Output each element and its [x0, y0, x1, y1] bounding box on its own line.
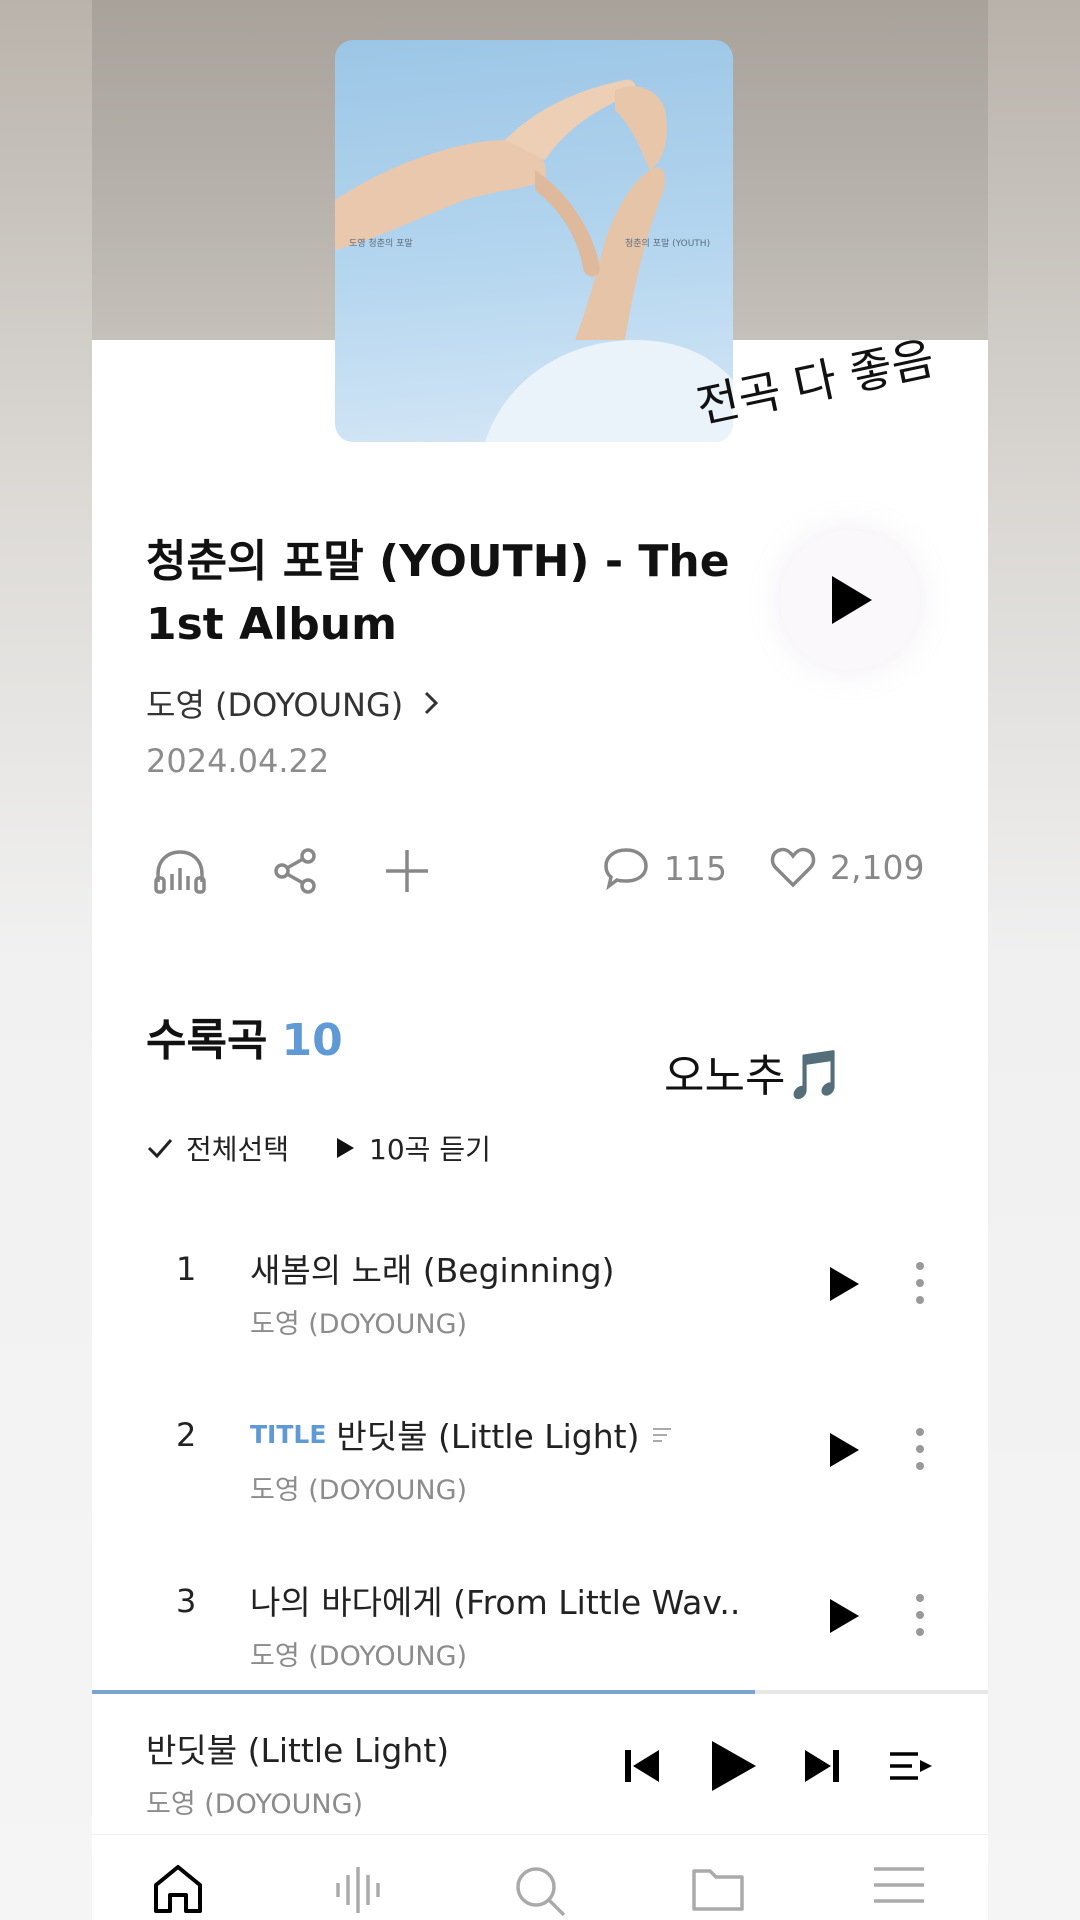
track-selection-bar: 전체선택 10곡 듣기 [146, 1128, 535, 1168]
release-date: 2024.04.22 [146, 742, 330, 780]
play-icon[interactable] [706, 1738, 760, 1794]
mini-player[interactable]: 반딧불 (Little Light) 도영 (DOYOUNG) [92, 1694, 988, 1834]
title-track-badge: TITLE [250, 1419, 327, 1449]
play-icon [832, 576, 872, 624]
track-number: 3 [176, 1582, 197, 1620]
track-title-text: 새봄의 노래 (Beginning) [250, 1251, 615, 1290]
track-artist: 도영 (DOYOUNG) [250, 1641, 468, 1672]
more-options-icon[interactable] [912, 1592, 928, 1638]
headphones-icon[interactable] [152, 846, 208, 896]
app-screen: 도영 청춘의 포말 청춘의 포말 (YOUTH) 전곡 다 좋음 청춘의 포말 … [92, 0, 988, 1920]
artist-name: 도영 (DOYOUNG) [146, 686, 404, 724]
track-artist: 도영 (DOYOUNG) [250, 1309, 468, 1340]
lyrics-icon [652, 1428, 671, 1442]
track-row[interactable]: 1 새봄의 노래 (Beginning) 도영 (DOYOUNG) [92, 1240, 988, 1370]
playlist-icon[interactable] [888, 1748, 934, 1784]
like-count: 2,109 [830, 847, 925, 887]
cover-text-right: 청춘의 포말 (YOUTH) [625, 239, 711, 249]
tracklist-heading-label: 수록곡 [146, 1015, 268, 1066]
comments-button[interactable]: 115 [602, 846, 727, 890]
search-icon[interactable] [512, 1863, 568, 1919]
bottom-navigation [92, 1834, 988, 1920]
track-number: 2 [176, 1416, 197, 1454]
blurred-background-right [988, 0, 1080, 1920]
play-all-label: 10곡 듣기 [369, 1133, 491, 1166]
tracklist-count: 10 [281, 1015, 343, 1066]
select-all-button[interactable]: 전체선택 [146, 1128, 289, 1168]
folder-icon[interactable] [690, 1863, 746, 1915]
artist-link[interactable]: 도영 (DOYOUNG) [146, 680, 441, 726]
add-icon[interactable] [382, 846, 432, 896]
ono-text: 오노추 [664, 1051, 786, 1102]
track-title: 나의 바다에게 (From Little Wav.. [250, 1576, 740, 1624]
album-actions: 115 2,109 [142, 846, 942, 896]
like-button[interactable]: 2,109 [770, 846, 924, 888]
track-title-text: 반딧불 (Little Light) [336, 1417, 640, 1456]
chevron-right-icon [425, 691, 439, 715]
track-artist: 도영 (DOYOUNG) [250, 1475, 468, 1506]
select-all-label: 전체선택 [186, 1133, 290, 1166]
comment-count: 115 [664, 848, 727, 888]
track-play-icon[interactable] [826, 1264, 862, 1304]
track-row[interactable]: 2 TITLE 반딧불 (Little Light) 도영 (DOYOUNG) [92, 1406, 988, 1536]
cover-text-left: 도영 청춘의 포말 [349, 239, 413, 249]
now-playing-artist: 도영 (DOYOUNG) [146, 1789, 364, 1820]
heart-icon [770, 847, 816, 888]
equalizer-icon[interactable] [332, 1863, 388, 1915]
comment-icon [604, 848, 648, 890]
play-icon [337, 1138, 355, 1158]
album-play-button[interactable] [780, 530, 920, 670]
album-title: 청춘의 포말 (YOUTH) - The 1st Album [146, 536, 730, 650]
track-play-icon[interactable] [826, 1596, 862, 1636]
tracklist-heading: 수록곡 10 [146, 1004, 343, 1068]
previous-icon[interactable] [622, 1746, 662, 1786]
more-options-icon[interactable] [912, 1260, 928, 1306]
menu-icon[interactable] [872, 1863, 926, 1907]
music-note-emoji: 🎵 [785, 1047, 846, 1103]
blurred-background-left [0, 0, 92, 1920]
track-title: 새봄의 노래 (Beginning) [250, 1244, 614, 1292]
track-title: TITLE 반딧불 (Little Light) [250, 1410, 674, 1458]
now-playing-title: 반딧불 (Little Light) [146, 1731, 450, 1770]
next-icon[interactable] [802, 1746, 842, 1786]
share-icon[interactable] [270, 846, 320, 896]
track-title-text: 나의 바다에게 (From Little Wav.. [250, 1583, 741, 1622]
play-all-button[interactable]: 10곡 듣기 [333, 1128, 491, 1168]
handwritten-annotation-ono: 오노추🎵 [664, 1040, 845, 1104]
track-number: 1 [176, 1250, 197, 1288]
track-row[interactable]: 3 나의 바다에게 (From Little Wav.. 도영 (DOYOUNG… [92, 1572, 988, 1702]
home-icon[interactable] [150, 1863, 206, 1915]
check-icon [147, 1139, 173, 1159]
album-cover[interactable]: 도영 청춘의 포말 청춘의 포말 (YOUTH) [335, 40, 733, 442]
more-options-icon[interactable] [912, 1426, 928, 1472]
track-play-icon[interactable] [826, 1430, 862, 1470]
